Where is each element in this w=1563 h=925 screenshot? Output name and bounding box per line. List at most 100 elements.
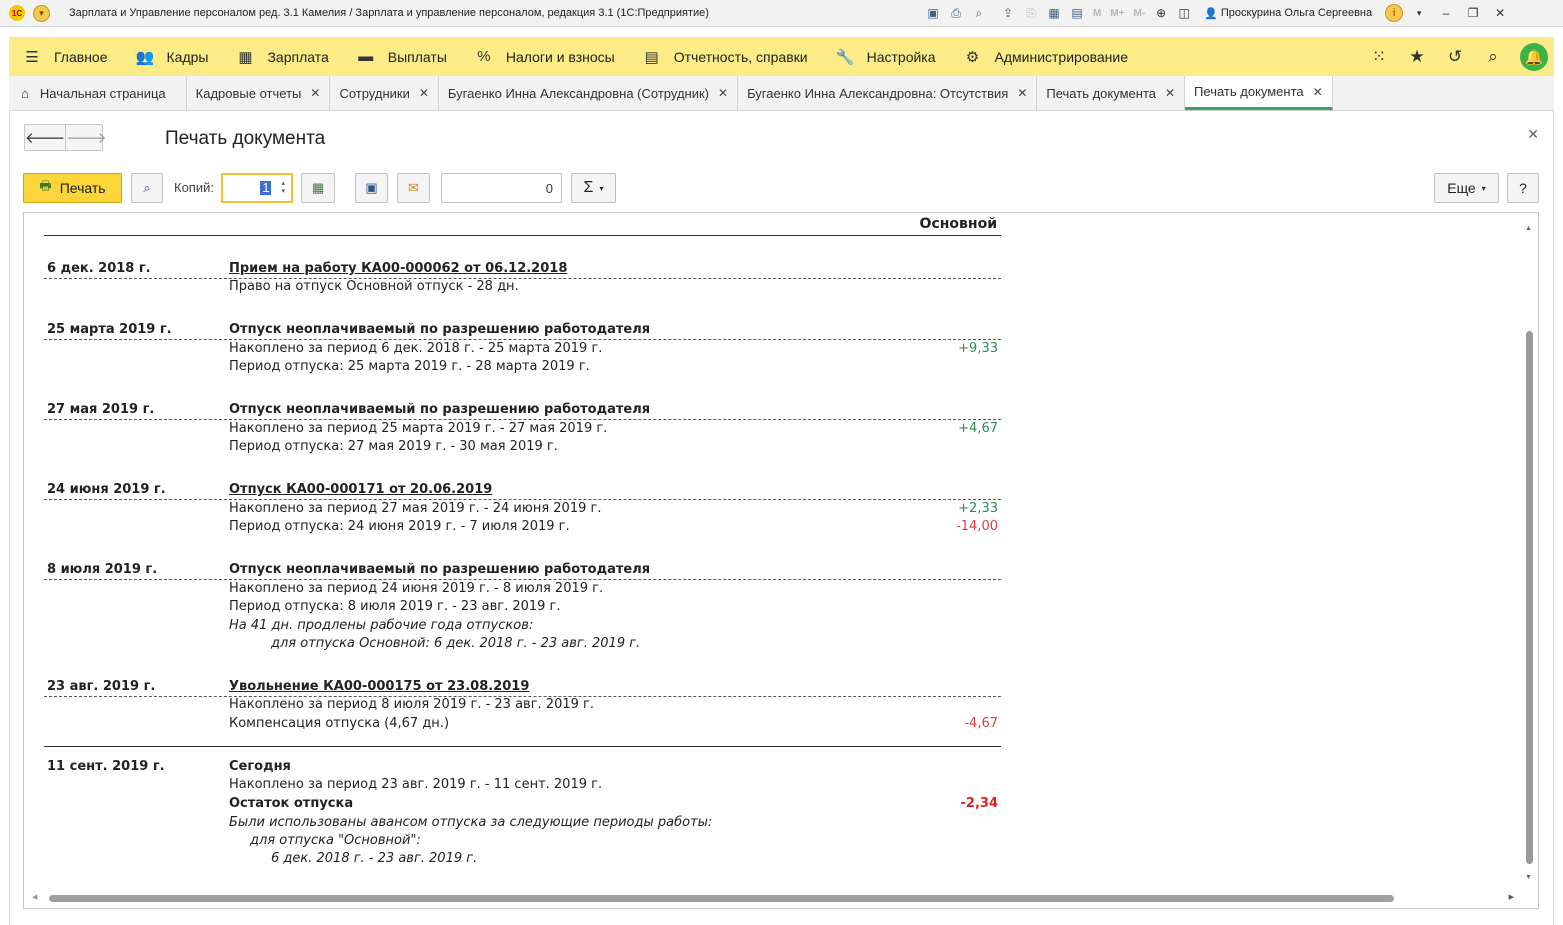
tab-label: Печать документа <box>1046 85 1156 101</box>
entry-title: Сегодня <box>229 759 291 774</box>
edit-table-icon: ▦ <box>311 180 325 195</box>
section-settings[interactable]: 🔧 Настройка <box>822 37 950 76</box>
minimize-icon[interactable]: – <box>1435 6 1457 20</box>
tab-employees[interactable]: Сотрудники ✕ <box>330 76 439 110</box>
sum-mode-button[interactable]: Σ ▾ <box>571 173 616 203</box>
1c-logo-icon[interactable]: 1С <box>9 5 25 21</box>
scroll-down-icon[interactable]: ▼ <box>1525 874 1532 881</box>
close-tab-icon[interactable]: ✕ <box>1017 86 1027 100</box>
print-preview-icon[interactable]: ⌕ <box>970 4 988 22</box>
vertical-scrollbar[interactable]: ▲ ▼ <box>1521 217 1537 889</box>
tab-employee-card[interactable]: Бугаенко Инна Александровна (Сотрудник) … <box>439 76 739 110</box>
percent-icon: % <box>477 48 491 65</box>
entry-document-link[interactable]: Увольнение КА00-000175 от 23.08.2019 <box>229 679 529 694</box>
entry-amount: -4,67 <box>964 716 998 731</box>
current-user[interactable]: 👤 Проскурина Ольга Сергеевна <box>1204 7 1372 20</box>
sum-field[interactable]: 0 <box>441 173 562 203</box>
calendar-icon[interactable]: ▤ <box>1068 4 1086 22</box>
entry-line: Период отпуска: 27 мая 2019 г. - 30 мая … <box>229 439 558 454</box>
tab-employee-absences[interactable]: Бугаенко Инна Александровна: Отсутствия … <box>738 76 1038 110</box>
calculator-icon[interactable]: ▦ <box>1045 4 1063 22</box>
entry-note: 6 дек. 2018 г. - 23 авг. 2019 г. <box>271 851 478 866</box>
scroll-up-icon[interactable]: ▲ <box>1525 225 1532 232</box>
more-button[interactable]: Еще ▾ <box>1434 173 1499 203</box>
zoom-icon[interactable]: ⊕ <box>1152 4 1170 22</box>
memory-button-m[interactable]: M <box>1091 4 1103 22</box>
entry-line: Накоплено за период 23 авг. 2019 г. - 11… <box>229 777 603 792</box>
favorites-star-icon[interactable]: ★ <box>1406 47 1428 67</box>
section-label: Налоги и взносы <box>505 48 615 65</box>
scroll-right-icon[interactable]: ▶ <box>1509 893 1514 901</box>
edit-document-button[interactable]: ▦ <box>301 173 335 203</box>
history-icon[interactable]: ↺ <box>1444 47 1466 67</box>
info-icon[interactable]: i <box>1385 4 1404 22</box>
section-hr[interactable]: 👥 Кадры <box>122 37 223 76</box>
close-tab-icon[interactable]: ✕ <box>310 86 320 100</box>
section-payments[interactable]: ▬ Выплаты <box>343 37 461 76</box>
section-main[interactable]: ☰ Главное <box>9 37 122 76</box>
search-icon[interactable]: ⌕ <box>1482 47 1504 67</box>
back-arrow-icon[interactable]: 🡐 <box>25 125 65 150</box>
entry-document-link[interactable]: Прием на работу КА00-000062 от 06.12.201… <box>229 261 567 276</box>
copies-spinner-icon[interactable]: ▴ ▾ <box>281 180 285 196</box>
memory-button-m-plus[interactable]: M+ <box>1108 4 1126 22</box>
upload-icon[interactable]: ⇪ <box>999 4 1017 22</box>
print-button[interactable]: 🖶 Печать <box>23 173 122 203</box>
panels-icon[interactable]: ◫ <box>1175 4 1193 22</box>
memory-button-m-minus[interactable]: M- <box>1132 4 1148 22</box>
close-window-icon[interactable]: ✕ <box>1489 6 1511 20</box>
balance-label: Остаток отпуска <box>229 796 354 811</box>
section-label: Главное <box>54 48 108 65</box>
entry-amount: +2,33 <box>958 501 998 516</box>
section-reports[interactable]: ▤ Отчетность, справки <box>629 37 822 76</box>
chevron-down-icon: ▾ <box>599 183 604 193</box>
tab-home[interactable]: ⌂ Начальная страница <box>9 76 187 110</box>
entry-amount: +9,33 <box>958 341 998 356</box>
main-menu-icon[interactable]: ▾ <box>33 4 50 22</box>
section-taxes[interactable]: % Налоги и взносы <box>461 37 629 76</box>
entry-date: 25 марта 2019 г. <box>47 322 172 337</box>
entry-line: Период отпуска: 8 июля 2019 г. - 23 авг.… <box>229 599 561 614</box>
printer-icon[interactable]: ⎙ <box>947 4 965 22</box>
home-icon: ⌂ <box>21 85 29 101</box>
print-button-label: Печать <box>59 180 106 196</box>
close-tab-icon[interactable]: ✕ <box>1313 85 1323 99</box>
entry-date: 24 июня 2019 г. <box>47 482 166 497</box>
restore-icon[interactable]: ❐ <box>1462 6 1484 20</box>
vertical-scroll-thumb[interactable] <box>1526 331 1533 864</box>
preview-button[interactable]: ⌕ <box>131 173 163 203</box>
envelope-icon: ✉ <box>408 180 419 195</box>
dropdown-icon[interactable]: ▾ <box>1408 8 1430 19</box>
tab-print-document[interactable]: Печать документа ✕ <box>1037 76 1186 110</box>
entry-line: Компенсация отпуска (4,67 дн.) <box>229 716 450 731</box>
entry-document-link[interactable]: Отпуск КА00-000171 от 20.06.2019 <box>229 482 492 497</box>
close-tab-icon[interactable]: ✕ <box>1165 86 1175 100</box>
close-tab-icon[interactable]: ✕ <box>419 86 429 100</box>
horizontal-scrollbar[interactable]: ◀ ▶ <box>27 892 1519 904</box>
save-button[interactable]: ▣ <box>355 173 388 203</box>
navigation-buttons: 🡐 🡒 <box>24 124 106 151</box>
tab-hr-reports[interactable]: Кадровые отчеты ✕ <box>187 76 331 110</box>
notifications-bell-icon[interactable]: 🔔 <box>1520 42 1548 71</box>
close-form-icon[interactable]: ✕ <box>1527 126 1539 143</box>
help-button[interactable]: ? <box>1507 173 1539 203</box>
copies-input[interactable]: 1 ▴ ▾ <box>221 173 293 203</box>
forward-arrow-icon[interactable]: 🡒 <box>65 125 106 150</box>
horizontal-scroll-thumb[interactable] <box>49 895 1394 902</box>
section-admin[interactable]: ⚙ Администрирование <box>950 37 1143 76</box>
save-icon[interactable]: ▣ <box>924 4 942 22</box>
link-icon[interactable]: ⎘ <box>1022 4 1040 22</box>
entry-note: Были использованы авансом отпуска за сле… <box>229 815 713 830</box>
send-email-button[interactable]: ✉ <box>397 173 430 203</box>
scroll-left-icon[interactable]: ◀ <box>32 893 37 901</box>
tab-label: Сотрудники <box>339 85 410 101</box>
entry-amount: -14,00 <box>956 519 998 534</box>
spreadsheet-document[interactable]: Основной 6 дек. 2018 г. Прием на работу … <box>23 212 1539 909</box>
close-tab-icon[interactable]: ✕ <box>718 86 728 100</box>
tab-print-document-active[interactable]: Печать документа ✕ <box>1185 76 1333 110</box>
entry-line: Период отпуска: 25 марта 2019 г. - 28 ма… <box>229 359 590 374</box>
functions-grid-icon[interactable]: ⁙ <box>1368 47 1390 67</box>
entry-date: 8 июля 2019 г. <box>47 562 158 577</box>
section-salary[interactable]: ▦ Зарплата <box>222 37 342 76</box>
section-label: Администрирование <box>994 48 1129 65</box>
